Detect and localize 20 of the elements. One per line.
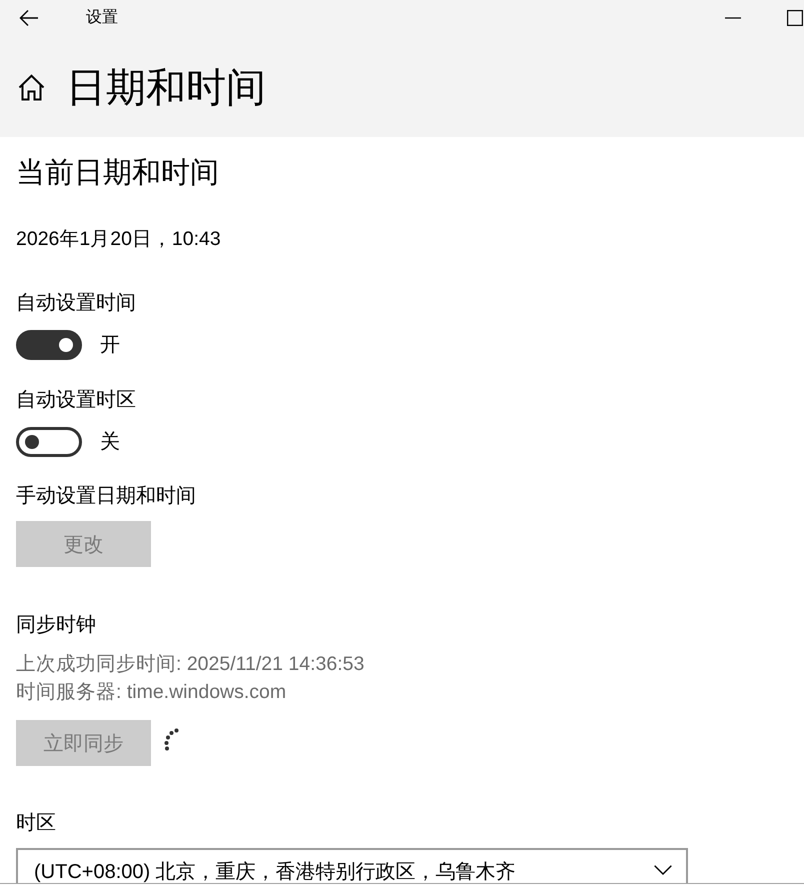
- setting-label: 自动设置时区: [16, 388, 136, 413]
- sync-heading: 同步时钟: [16, 613, 96, 638]
- back-arrow-icon[interactable]: [18, 8, 40, 28]
- toggle-switch[interactable]: [16, 427, 82, 457]
- home-icon[interactable]: [18, 74, 45, 101]
- toggle-switch[interactable]: [16, 330, 82, 360]
- last-sync-text: 上次成功同步时间: 2025/11/21 14:36:53: [16, 652, 364, 677]
- toggle-state-text: 关: [100, 430, 120, 455]
- chevron-down-icon: [654, 865, 672, 875]
- setting-label: 手动设置日期和时间: [16, 484, 196, 509]
- setting-label: 自动设置时间: [16, 291, 136, 316]
- maximize-icon[interactable]: [786, 9, 804, 27]
- time-server-text: 时间服务器: time.windows.com: [16, 680, 286, 705]
- section-heading: 当前日期和时间: [16, 156, 219, 191]
- current-datetime: 2026年1月20日，10:43: [16, 227, 221, 252]
- toggle-state-text: 开: [100, 333, 120, 358]
- window-title: 设置: [86, 8, 118, 28]
- timezone-label: 时区: [16, 811, 56, 836]
- page-title: 日期和时间: [66, 64, 266, 112]
- timezone-dropdown[interactable]: (UTC+08:00) 北京，重庆，香港特别行政区，乌鲁木齐: [16, 848, 688, 883]
